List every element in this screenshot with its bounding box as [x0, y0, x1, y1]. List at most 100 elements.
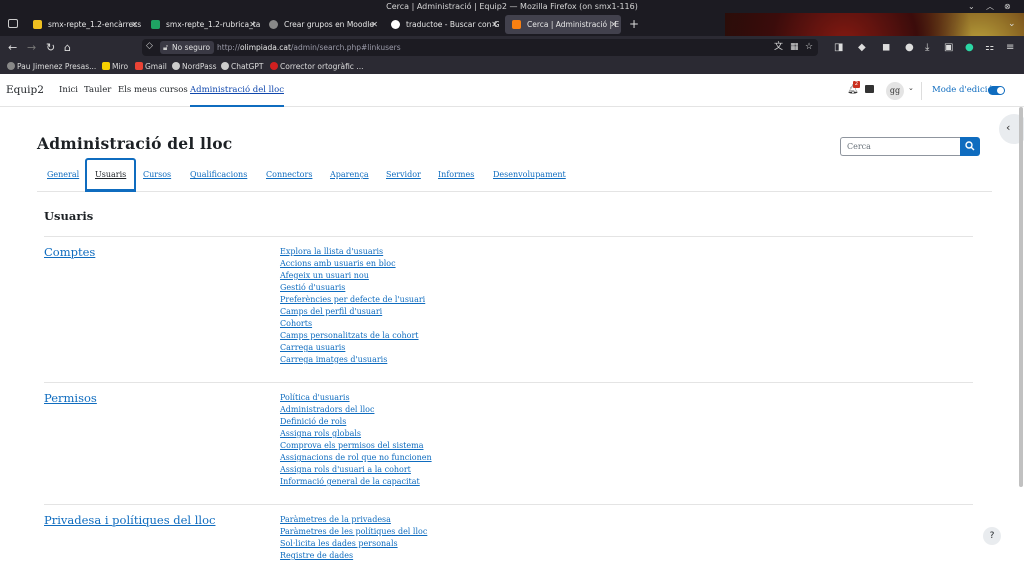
- admin-link[interactable]: Registre de dades: [280, 550, 427, 562]
- admin-link[interactable]: Comprova els permisos del sistema: [280, 440, 432, 452]
- divider: [44, 504, 973, 505]
- admin-link[interactable]: Assigna rols d'usuari a la cohort: [280, 464, 432, 476]
- tab-close-icon[interactable]: ✕: [249, 15, 256, 34]
- admin-link[interactable]: Carrega imatges d'usuaris: [280, 354, 425, 366]
- minimize-icon[interactable]: ⌄: [968, 0, 975, 13]
- admin-link[interactable]: Assigna rols globals: [280, 428, 432, 440]
- download-icon[interactable]: ⤓: [925, 36, 929, 59]
- admin-link[interactable]: Carrega usuaris: [280, 342, 425, 354]
- bookmark-item[interactable]: Pau Jimenez Presas...: [7, 59, 96, 74]
- translate-icon[interactable]: 文: [774, 39, 783, 56]
- extensions-menu-icon[interactable]: ⚏: [985, 36, 994, 59]
- nav-link-inici[interactable]: Inici: [59, 74, 78, 107]
- qr-code-icon[interactable]: ▦: [790, 39, 799, 56]
- bookmark-item[interactable]: NordPass: [172, 59, 217, 74]
- admin-link[interactable]: Paràmetres de la privadesa: [280, 514, 427, 526]
- moodle-icon: [512, 20, 521, 29]
- admin-link[interactable]: Gestió d'usuaris: [280, 282, 425, 294]
- browser-tab-active[interactable]: Cerca | Administració | E ✕: [505, 15, 621, 34]
- url-text[interactable]: http://olimpiada.cat/admin/search.php#li…: [217, 39, 401, 56]
- admin-link[interactable]: Preferències per defecte de l'usuari: [280, 294, 425, 306]
- back-icon[interactable]: ←: [8, 36, 17, 59]
- tab-label: Crear grupos en Moodle: [284, 20, 374, 29]
- admin-link[interactable]: Cohorts: [280, 318, 425, 330]
- admin-link[interactable]: Camps personalitzats de la cohort: [280, 330, 425, 342]
- tab-close-icon[interactable]: ✕: [610, 15, 617, 34]
- maximize-icon[interactable]: ︿: [986, 0, 994, 13]
- category-comptes[interactable]: Comptes: [44, 245, 95, 259]
- admin-link[interactable]: Accions amb usuaris en bloc: [280, 258, 425, 270]
- search-icon: [965, 141, 975, 151]
- chevron-down-icon[interactable]: ⌄: [1008, 15, 1016, 34]
- close-window-icon[interactable]: ⊗: [1004, 0, 1011, 13]
- tab-general[interactable]: General: [47, 158, 79, 192]
- extension-icon[interactable]: ◼: [882, 36, 890, 59]
- tab-connectors[interactable]: Connectors: [266, 158, 312, 192]
- browser-tab[interactable]: traductoe - Buscar con G ✕: [384, 15, 502, 34]
- bookmark-item[interactable]: ChatGPT: [221, 59, 263, 74]
- tab-servidor[interactable]: Servidor: [386, 158, 421, 192]
- nav-link-administracio[interactable]: Administració del lloc: [190, 74, 284, 107]
- hamburger-menu-icon[interactable]: ≡: [1006, 36, 1014, 59]
- admin-link[interactable]: Afegeix un usuari nou: [280, 270, 425, 282]
- tab-close-icon[interactable]: ✕: [371, 15, 378, 34]
- chevron-down-icon[interactable]: ⌄: [908, 84, 914, 92]
- tab-qualificacions[interactable]: Qualificacions: [190, 158, 247, 192]
- search-input[interactable]: [840, 137, 960, 156]
- tab-close-icon[interactable]: ✕: [491, 15, 498, 34]
- edit-mode-toggle[interactable]: [988, 86, 1005, 95]
- pocket-icon[interactable]: ◨: [834, 36, 843, 59]
- notifications-bell-icon[interactable]: 🔔︎ 2: [847, 81, 860, 95]
- admin-link[interactable]: Assignacions de rol que no funcionen: [280, 452, 432, 464]
- new-tab-icon[interactable]: +: [629, 15, 639, 34]
- security-badge[interactable]: 🔓︎ No seguro: [160, 41, 215, 54]
- extensions-icon[interactable]: ▣: [944, 36, 953, 59]
- browser-tab[interactable]: smx-repte_1.2-rubrica_ta ✕: [144, 15, 260, 34]
- search-button[interactable]: [960, 137, 980, 156]
- browser-tabstrip: smx-repte_1.2-encàrrecs ✕ smx-repte_1.2-…: [0, 13, 1024, 36]
- browser-tab[interactable]: Crear grupos en Moodle ✕: [262, 15, 382, 34]
- admin-link[interactable]: Definició de rols: [280, 416, 432, 428]
- tab-usuaris[interactable]: Usuaris: [85, 158, 137, 192]
- browser-tab[interactable]: smx-repte_1.2-encàrrecs ✕: [26, 15, 142, 34]
- vpn-icon[interactable]: ●: [965, 36, 974, 59]
- admin-link[interactable]: Informació general de la capacitat: [280, 476, 432, 488]
- links-permisos: Política d'usuaris Administradors del ll…: [280, 392, 432, 488]
- tab-desenvolupament[interactable]: Desenvolupament: [493, 158, 566, 192]
- scrollbar[interactable]: [1019, 107, 1023, 487]
- admin-link[interactable]: Sol·licita les dades personals: [280, 538, 427, 550]
- tab-informes[interactable]: Informes: [438, 158, 474, 192]
- forward-icon[interactable]: →: [27, 36, 36, 59]
- tab-cursos[interactable]: Cursos: [143, 158, 171, 192]
- admin-link[interactable]: Administradors del lloc: [280, 404, 432, 416]
- category-privadesa[interactable]: Privadesa i polítiques del lloc: [44, 513, 215, 527]
- admin-link[interactable]: Camps del perfil d'usuari: [280, 306, 425, 318]
- admin-link[interactable]: Explora la llista d'usuaris: [280, 246, 425, 258]
- shield-icon[interactable]: ◇: [146, 41, 153, 51]
- account-icon[interactable]: ●: [905, 36, 914, 59]
- corrector-icon: [270, 62, 278, 70]
- url-bar[interactable]: ◇ 🔓︎ No seguro http://olimpiada.cat/admi…: [142, 39, 818, 56]
- home-icon[interactable]: ⌂: [64, 36, 71, 59]
- extension-icon[interactable]: ◆: [858, 36, 866, 59]
- site-brand[interactable]: Equip2: [6, 74, 44, 107]
- bookmark-item[interactable]: Miro: [102, 59, 128, 74]
- bookmark-star-icon[interactable]: ☆: [805, 39, 813, 56]
- bookmark-item[interactable]: Gmail: [135, 59, 167, 74]
- category-permisos[interactable]: Permisos: [44, 391, 97, 405]
- admin-link[interactable]: Política d'usuaris: [280, 392, 432, 404]
- help-button[interactable]: ?: [983, 527, 1001, 545]
- window-title: Cerca | Administració | Equip2 — Mozilla…: [386, 2, 638, 11]
- messages-icon[interactable]: [865, 85, 874, 93]
- reload-icon[interactable]: ↻: [46, 36, 55, 59]
- globe-icon: [269, 20, 278, 29]
- list-all-tabs-icon[interactable]: [8, 19, 18, 28]
- admin-link[interactable]: Paràmetres de les polítiques del lloc: [280, 526, 427, 538]
- nav-link-tauler[interactable]: Tauler: [84, 74, 111, 107]
- bookmark-item[interactable]: Corrector ortogràfic ...: [270, 59, 363, 74]
- tab-close-icon[interactable]: ✕: [131, 15, 138, 34]
- nav-link-cursos[interactable]: Els meus cursos: [118, 74, 188, 107]
- avatar[interactable]: gg: [886, 82, 904, 100]
- tab-aparenca[interactable]: Aparença: [330, 158, 369, 192]
- tab-label: traductoe - Buscar con G: [406, 20, 500, 29]
